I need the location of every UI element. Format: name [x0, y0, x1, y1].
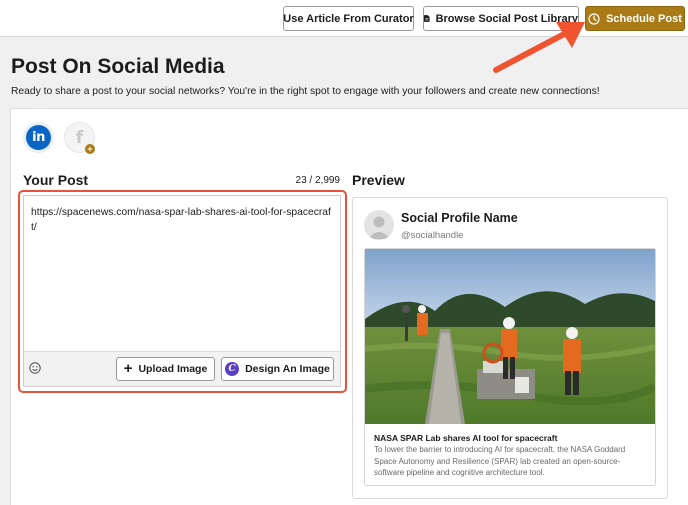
canva-icon: C — [225, 362, 240, 376]
link-preview-description: To lower the barrier to introducing AI f… — [374, 445, 626, 477]
linkedin-icon: in — [26, 125, 51, 150]
page-title: Post On Social Media — [11, 55, 225, 78]
document-icon — [424, 15, 430, 22]
your-post-title: Your Post — [23, 172, 89, 188]
plus-icon: + — [123, 359, 133, 377]
use-article-from-curator-button[interactable]: Use Article From Curator — [283, 6, 414, 31]
link-preview-title: NASA SPAR Lab shares AI tool for spacecr… — [374, 433, 558, 443]
browse-social-post-library-button[interactable]: Browse Social Post Library — [423, 6, 579, 31]
add-network-badge[interactable]: + — [85, 144, 95, 154]
post-text-content[interactable]: https://spacenews.com/nasa-spar-lab-shar… — [31, 205, 331, 235]
library-button-label: Browse Social Post Library — [435, 12, 578, 25]
preview-title: Preview — [352, 172, 405, 188]
schedule-button-label: Schedule Post — [606, 12, 682, 25]
upload-image-label: Upload Image — [138, 363, 208, 375]
facebook-icon: f — [75, 127, 84, 148]
design-an-image-button[interactable]: C Design An Image — [221, 357, 334, 381]
article-image — [365, 249, 655, 424]
emoji-icon[interactable] — [29, 362, 41, 374]
profile-handle: @socialhandle — [401, 230, 464, 241]
character-count: 23 / 2,999 — [295, 175, 340, 186]
upload-image-button[interactable]: + Upload Image — [116, 357, 215, 381]
profile-name: Social Profile Name — [401, 211, 518, 225]
network-linkedin[interactable]: in — [23, 122, 54, 153]
schedule-post-button[interactable]: Schedule Post — [585, 6, 685, 31]
avatar — [364, 210, 394, 240]
curator-button-label: Use Article From Curator — [283, 12, 414, 25]
page-subtitle: Ready to share a post to your social net… — [11, 86, 600, 97]
design-image-label: Design An Image — [245, 363, 330, 375]
user-avatar-icon — [368, 216, 390, 239]
clock-icon — [588, 12, 600, 25]
